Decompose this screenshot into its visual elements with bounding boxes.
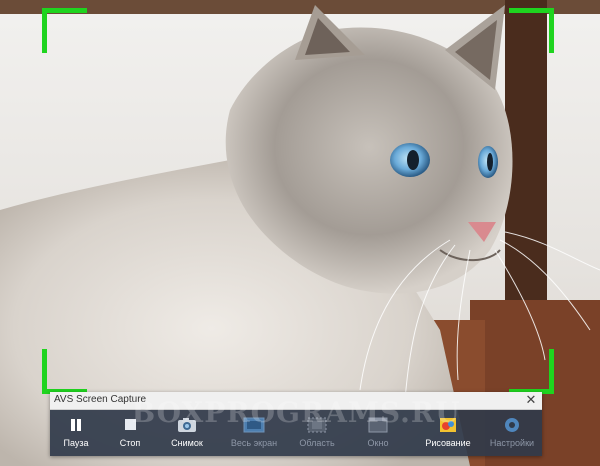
snapshot-label: Снимок [171, 438, 203, 448]
settings-label: Настройки [489, 438, 535, 448]
capture-corner-bottom-right [509, 349, 554, 394]
fullscreen-label: Весь экран [230, 438, 278, 448]
capture-corner-bottom-left [42, 349, 87, 394]
capture-corner-top-right [509, 8, 554, 53]
capture-corner-top-left [42, 8, 87, 53]
watermark: BOXPROGRAMS.RU [131, 396, 461, 429]
stop-label: Стоп [119, 438, 141, 448]
window-label: Окно [367, 438, 389, 448]
pause-label: Пауза [63, 438, 89, 448]
drawing-label: Рисование [425, 438, 471, 448]
region-label: Область [299, 438, 335, 448]
